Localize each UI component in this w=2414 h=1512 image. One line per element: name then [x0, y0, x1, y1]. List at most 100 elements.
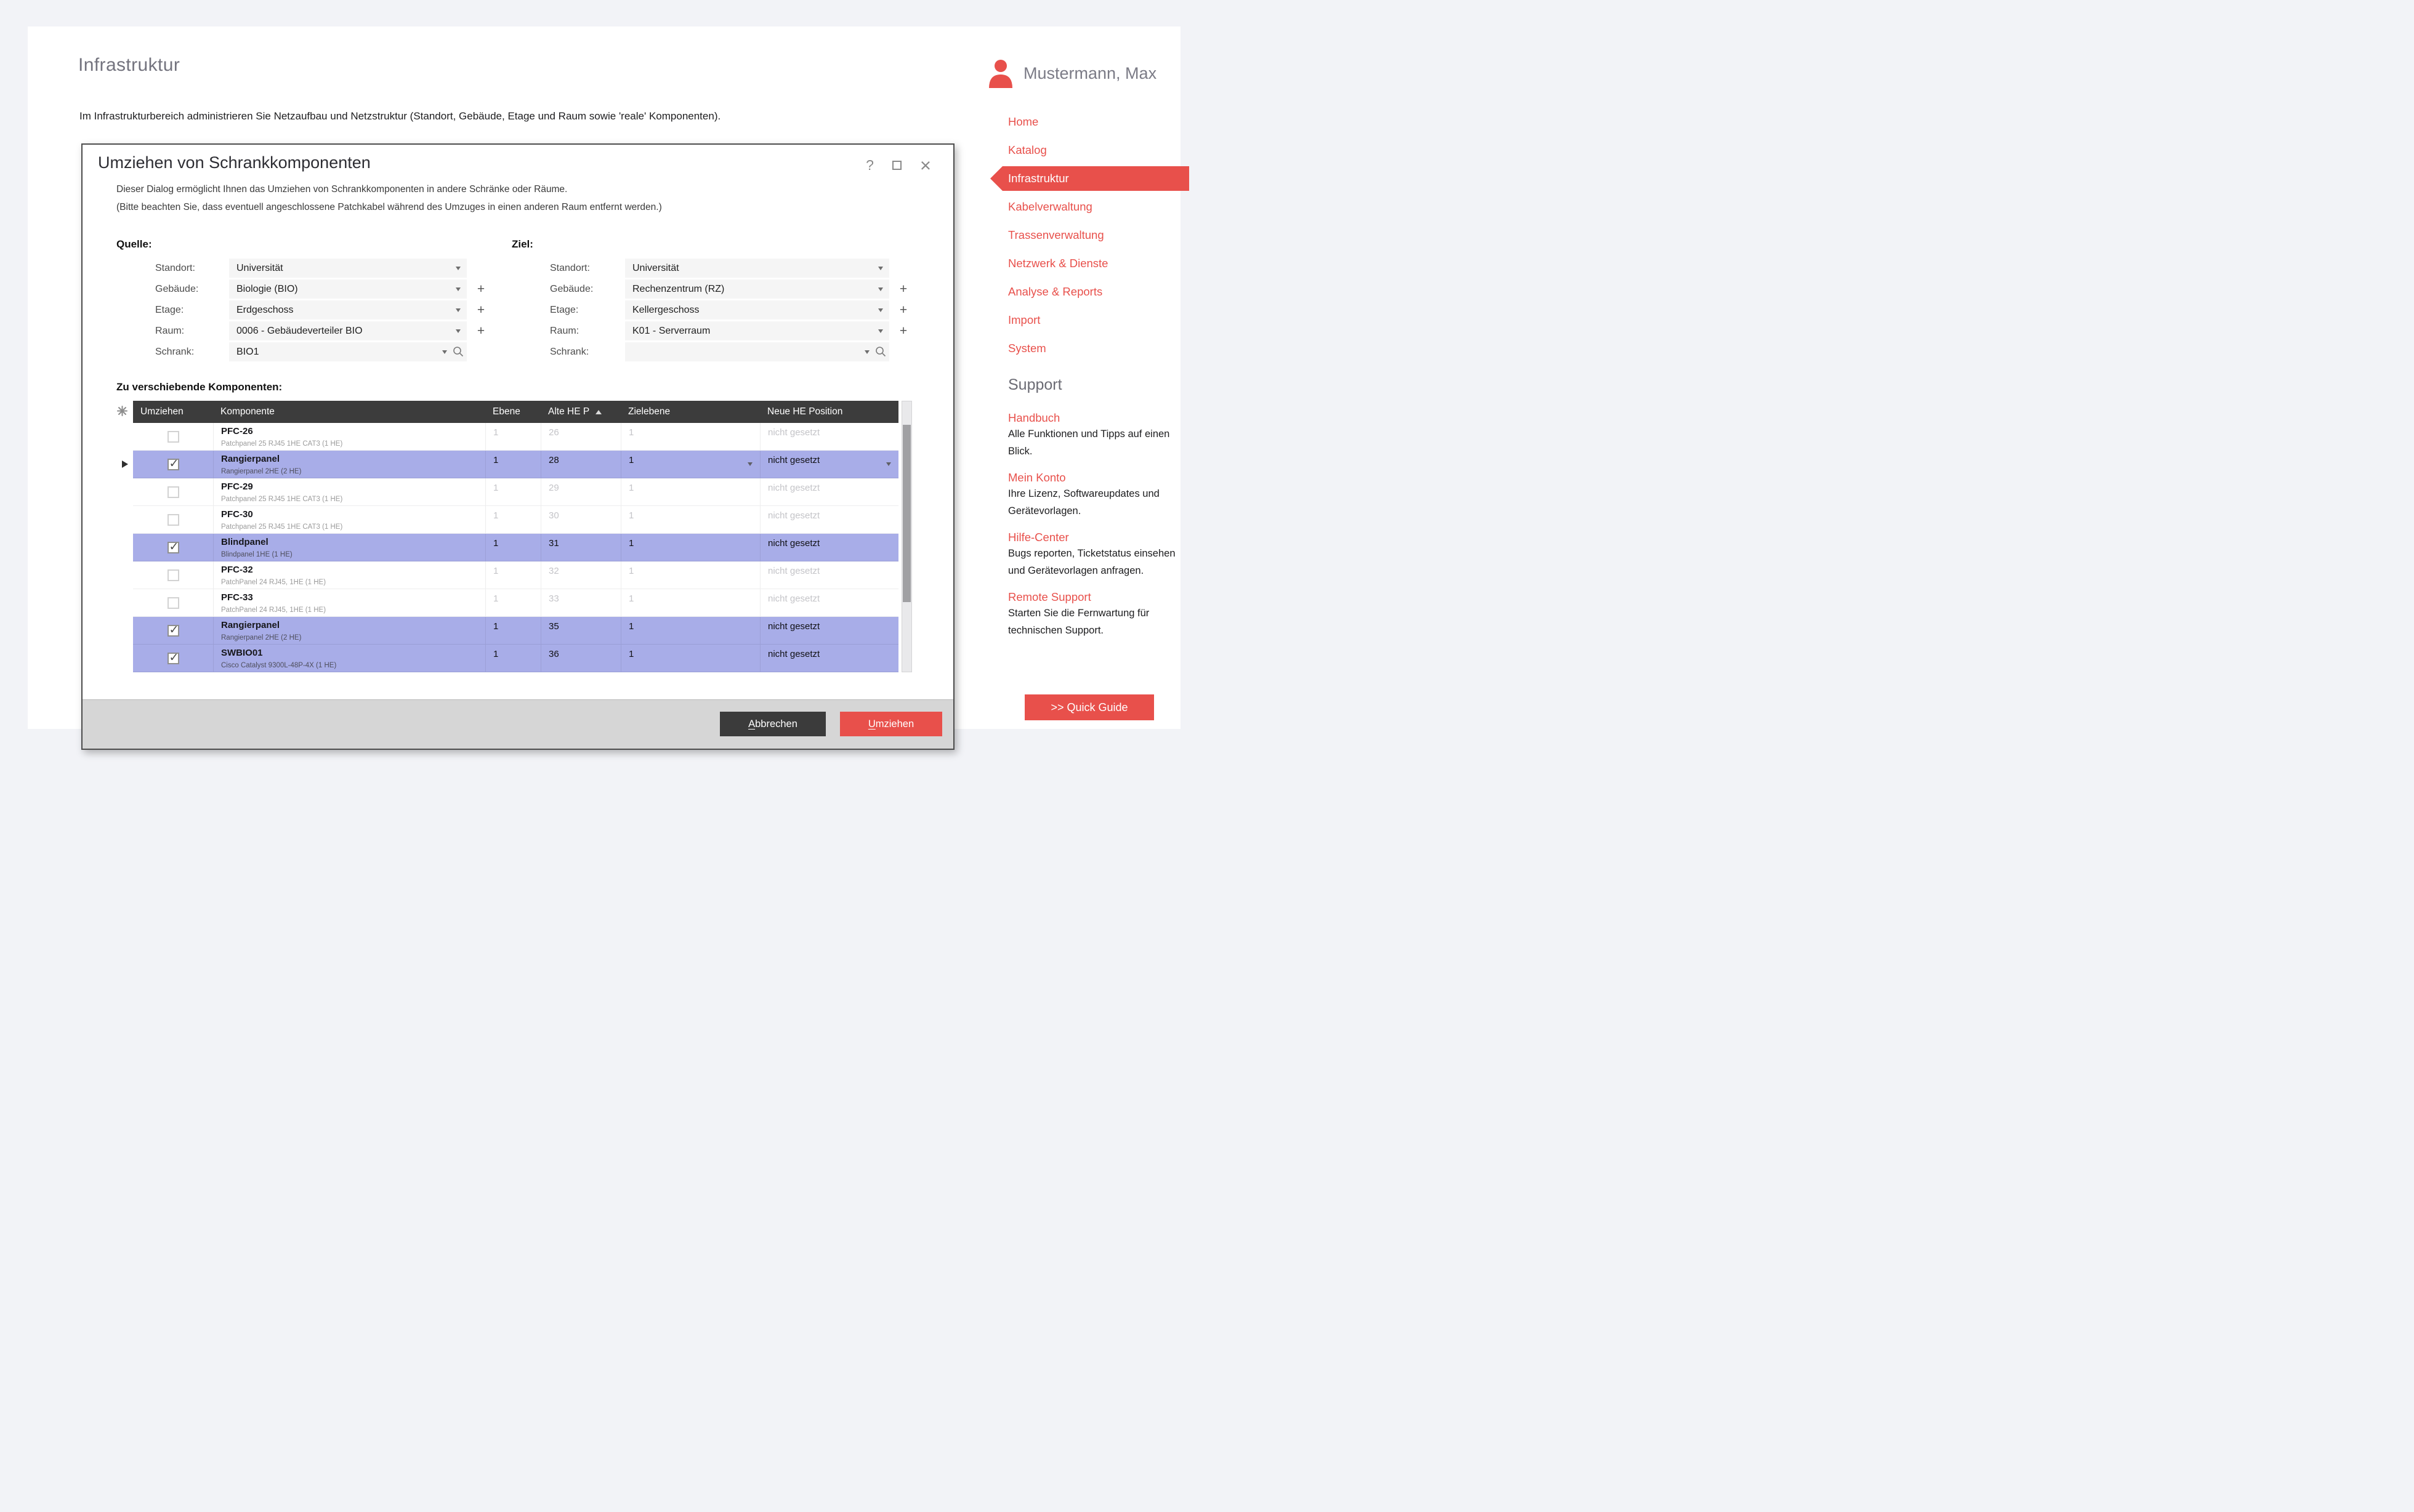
table-scrollbar[interactable] [902, 401, 912, 672]
ebene-value: 1 [493, 593, 498, 604]
chevron-down-icon[interactable] [865, 350, 870, 354]
target-raum-add-button[interactable]: + [897, 321, 910, 340]
chevron-down-icon[interactable] [748, 462, 753, 466]
table-row[interactable]: PFC-26Patchpanel 25 RJ45 1HE CAT3 (1 HE)… [133, 423, 898, 451]
search-icon[interactable] [875, 346, 886, 357]
chevron-down-icon[interactable] [456, 329, 461, 333]
target-etage-select[interactable]: Kellergeschoss [625, 300, 889, 320]
table-row[interactable]: PFC-29Patchpanel 25 RJ45 1HE CAT3 (1 HE)… [133, 478, 898, 506]
column-header-ebene[interactable]: Ebene [485, 406, 541, 417]
support-link-handbuch[interactable]: Handbuch [1008, 410, 1181, 426]
column-header-umziehen[interactable]: Umziehen [133, 406, 213, 417]
support-link-remote-support[interactable]: Remote Support [1008, 589, 1181, 605]
target-schrank-select[interactable] [625, 342, 889, 361]
cell-neue-he: nicht gesetzt [760, 423, 898, 450]
user-chip[interactable]: Mustermann, Max [987, 58, 1157, 88]
cell-ebene: 1 [485, 534, 541, 561]
sidebar-item-system[interactable]: System [990, 334, 1189, 363]
chevron-down-icon[interactable] [878, 267, 883, 270]
gear-icon[interactable] [117, 406, 127, 416]
row-checkbox[interactable] [168, 569, 179, 581]
sidebar-item-katalog[interactable]: Katalog [990, 136, 1189, 164]
target-etage-add-button[interactable]: + [897, 300, 910, 320]
row-checkbox[interactable] [168, 431, 179, 443]
table-row[interactable]: SWBIO01Cisco Catalyst 9300L-48P-4X (1 HE… [133, 645, 898, 672]
chevron-down-icon[interactable] [878, 288, 883, 291]
sidebar-item-analyse-reports[interactable]: Analyse & Reports [990, 278, 1189, 306]
sidebar-item-import[interactable]: Import [990, 306, 1189, 334]
table-row[interactable]: PFC-33PatchPanel 24 RJ45, 1HE (1 HE)1331… [133, 589, 898, 617]
table-row[interactable]: RangierpanelRangierpanel 2HE (2 HE)1281n… [133, 451, 898, 478]
cell-komponente: PFC-29Patchpanel 25 RJ45 1HE CAT3 (1 HE) [213, 478, 485, 505]
cell-umziehen [133, 617, 213, 644]
zielebene-value: 1 [629, 427, 634, 438]
component-type: PatchPanel 24 RJ45, 1HE (1 HE) [221, 579, 326, 586]
sidebar-item-trassenverwaltung[interactable]: Trassenverwaltung [990, 221, 1189, 249]
sidebar-item-home[interactable]: Home [990, 108, 1189, 136]
scrollbar-thumb[interactable] [903, 425, 911, 602]
source-etage-select[interactable]: Erdgeschoss [229, 300, 467, 320]
table-row[interactable]: PFC-32PatchPanel 24 RJ45, 1HE (1 HE)1321… [133, 561, 898, 589]
source-gebaeude-add-button[interactable]: + [474, 279, 488, 299]
target-raum-select[interactable]: K01 - Serverraum [625, 321, 889, 340]
maximize-icon[interactable] [892, 161, 902, 170]
chevron-down-icon[interactable] [456, 267, 461, 270]
cell-neue-he: nicht gesetzt [760, 561, 898, 589]
target-gebaeude-add-button[interactable]: + [897, 279, 910, 299]
sidebar-item-kabelverwaltung[interactable]: Kabelverwaltung [990, 193, 1189, 221]
support-link-hilfe-center[interactable]: Hilfe-Center [1008, 529, 1181, 545]
close-icon[interactable]: × [920, 160, 931, 171]
table-row[interactable]: BlindpanelBlindpanel 1HE (1 HE)1311nicht… [133, 534, 898, 561]
move-button[interactable]: Umziehen [840, 712, 942, 736]
cell-umziehen [133, 534, 213, 561]
quick-guide-button[interactable]: >> Quick Guide [1025, 694, 1154, 720]
source-raum-select[interactable]: 0006 - Gebäudeverteiler BIO [229, 321, 467, 340]
sidebar-item-netzwerk-dienste[interactable]: Netzwerk & Dienste [990, 249, 1189, 278]
alte-he-value: 36 [549, 649, 559, 659]
source-gebaeude-select[interactable]: Biologie (BIO) [229, 279, 467, 299]
alte-he-value: 32 [549, 566, 559, 576]
column-header-komponente[interactable]: Komponente [213, 406, 485, 417]
chevron-down-icon[interactable] [456, 308, 461, 312]
chevron-down-icon[interactable] [878, 308, 883, 312]
help-icon[interactable]: ? [866, 157, 874, 174]
chevron-down-icon[interactable] [886, 462, 891, 466]
table-row[interactable]: PFC-30Patchpanel 25 RJ45 1HE CAT3 (1 HE)… [133, 506, 898, 534]
sidebar-item-infrastruktur[interactable]: Infrastruktur [990, 166, 1189, 191]
user-avatar-icon [987, 58, 1015, 88]
source-etage-add-button[interactable]: + [474, 300, 488, 320]
cancel-button[interactable]: Abbrechen [720, 712, 826, 736]
row-checkbox[interactable] [168, 486, 179, 498]
chevron-down-icon[interactable] [456, 288, 461, 291]
chevron-down-icon[interactable] [878, 329, 883, 333]
component-type: Patchpanel 25 RJ45 1HE CAT3 (1 HE) [221, 440, 342, 448]
row-checkbox[interactable] [168, 597, 179, 609]
target-standort-select[interactable]: Universität [625, 259, 889, 278]
search-icon[interactable] [453, 346, 464, 357]
row-checkbox[interactable] [168, 653, 179, 664]
cell-komponente: PFC-33PatchPanel 24 RJ45, 1HE (1 HE) [213, 589, 485, 616]
target-schrank-label: Schrank: [550, 342, 589, 361]
target-heading: Ziel: [512, 238, 533, 251]
zielebene-value: 1 [629, 593, 634, 604]
row-checkbox[interactable] [168, 542, 179, 553]
row-checkbox[interactable] [168, 514, 179, 526]
source-schrank-select[interactable]: BIO1 [229, 342, 467, 361]
row-checkbox[interactable] [168, 625, 179, 637]
column-header-zielebene[interactable]: Zielebene [621, 406, 760, 417]
neue-he-value: nicht gesetzt [768, 593, 820, 604]
table-row[interactable]: RangierpanelRangierpanel 2HE (2 HE)1351n… [133, 617, 898, 645]
target-gebaeude-value: Rechenzentrum (RZ) [632, 279, 724, 299]
chevron-down-icon[interactable] [442, 350, 447, 354]
zielebene-value: 1 [629, 483, 634, 493]
source-raum-add-button[interactable]: + [474, 321, 488, 340]
source-standort-select[interactable]: Universität [229, 259, 467, 278]
neue-he-value: nicht gesetzt [768, 510, 820, 521]
column-header-neue-he-position[interactable]: Neue HE Position [760, 406, 898, 417]
column-header-alte-he-p[interactable]: Alte HE P [541, 406, 621, 417]
cell-umziehen [133, 645, 213, 672]
row-checkbox[interactable] [168, 459, 179, 470]
support-link-mein-konto[interactable]: Mein Konto [1008, 470, 1181, 486]
cell-alte-he: 28 [541, 451, 621, 478]
target-gebaeude-select[interactable]: Rechenzentrum (RZ) [625, 279, 889, 299]
